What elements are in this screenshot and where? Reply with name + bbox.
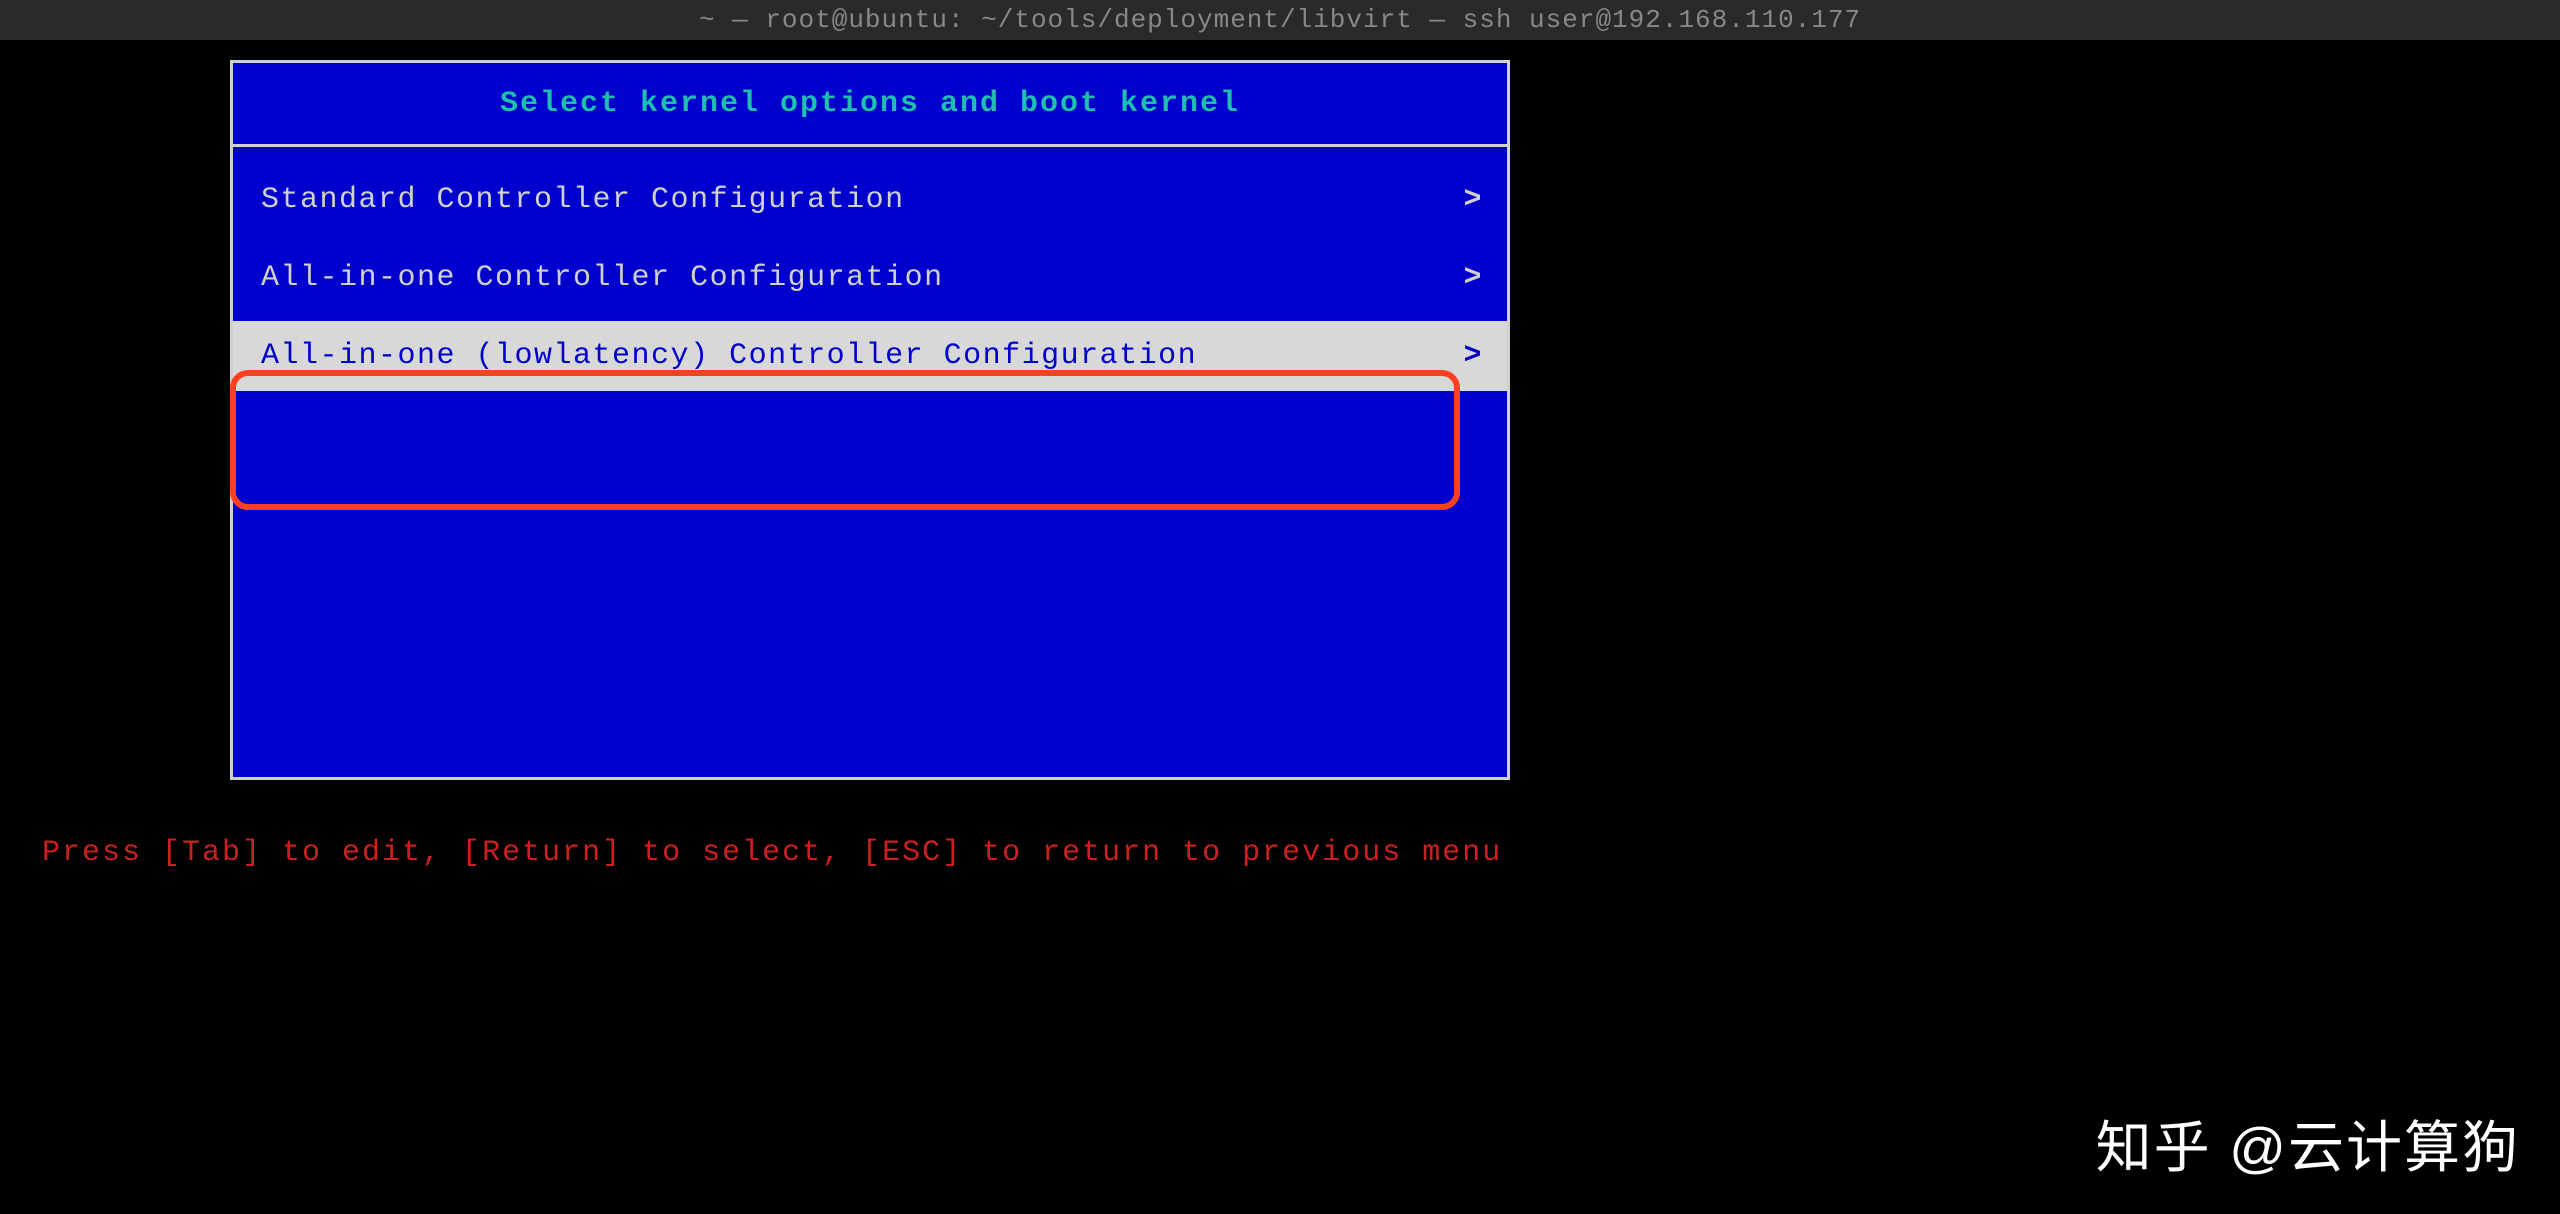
boot-menu-items: Standard Controller Configuration > All-… <box>233 147 1507 409</box>
boot-menu-item-standard[interactable]: Standard Controller Configuration > <box>233 165 1507 235</box>
boot-menu-box: Select kernel options and boot kernel St… <box>230 60 1510 780</box>
boot-menu-item-label: All-in-one (lowlatency) Controller Confi… <box>261 339 1197 373</box>
boot-menu-title-bar: Select kernel options and boot kernel <box>233 63 1507 147</box>
terminal-screen: Select kernel options and boot kernel St… <box>0 40 2560 1214</box>
terminal-titlebar: ~ — root@ubuntu: ~/tools/deployment/libv… <box>0 0 2560 40</box>
boot-menu-item-label: Standard Controller Configuration <box>261 183 905 217</box>
chevron-right-icon: > <box>1463 183 1483 217</box>
boot-menu-item-aio-lowlatency[interactable]: All-in-one (lowlatency) Controller Confi… <box>233 321 1507 391</box>
chevron-right-icon: > <box>1463 339 1483 373</box>
watermark-text: 知乎 @云计算狗 <box>2096 1103 2520 1184</box>
boot-menu-item-label: All-in-one Controller Configuration <box>261 261 944 295</box>
boot-menu-title: Select kernel options and boot kernel <box>500 87 1240 121</box>
boot-menu-item-aio[interactable]: All-in-one Controller Configuration > <box>233 243 1507 313</box>
boot-menu-hint: Press [Tab] to edit, [Return] to select,… <box>42 836 1502 870</box>
chevron-right-icon: > <box>1463 261 1483 295</box>
